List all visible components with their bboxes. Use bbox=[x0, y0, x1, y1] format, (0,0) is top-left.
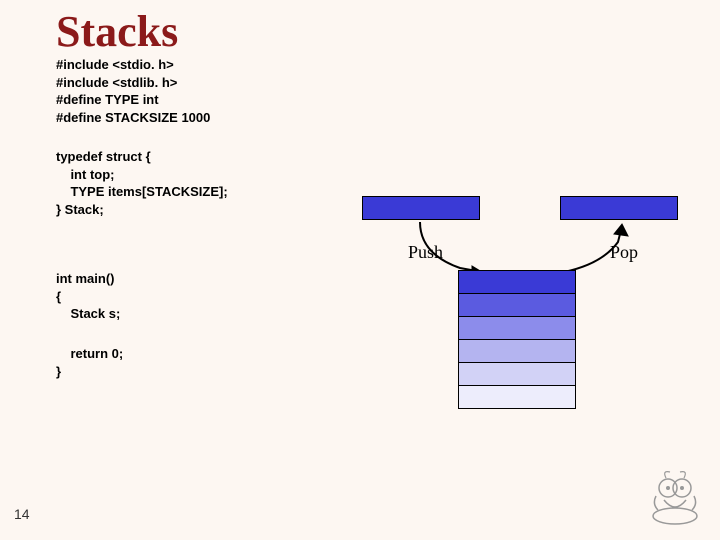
mascot-logo-icon bbox=[648, 466, 702, 526]
stack-cell bbox=[458, 385, 576, 409]
slide-number: 14 bbox=[14, 506, 30, 522]
code-includes: #include <stdio. h> #include <stdlib. h>… bbox=[56, 56, 720, 126]
stack-cell bbox=[458, 316, 576, 340]
stack-diagram: Push Pop bbox=[350, 190, 690, 410]
stack-pile bbox=[458, 270, 576, 408]
stack-cell bbox=[458, 293, 576, 317]
stack-cell bbox=[458, 270, 576, 294]
stack-cell bbox=[458, 362, 576, 386]
stack-cell bbox=[458, 339, 576, 363]
slide-title: Stacks bbox=[56, 10, 720, 54]
slide: Stacks #include <stdio. h> #include <std… bbox=[0, 0, 720, 540]
